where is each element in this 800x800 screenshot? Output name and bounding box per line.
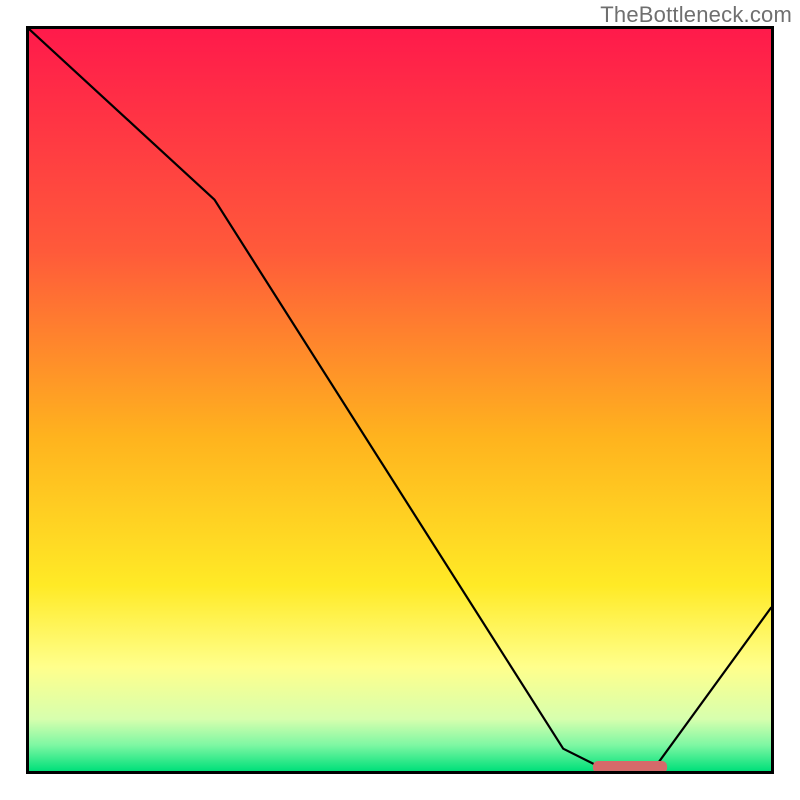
optimal-range-marker [593,761,667,771]
chart-svg [29,29,771,771]
watermark-text: TheBottleneck.com [600,2,792,28]
plot-area [26,26,774,774]
chart-background [29,29,771,771]
chart-container: TheBottleneck.com [0,0,800,800]
